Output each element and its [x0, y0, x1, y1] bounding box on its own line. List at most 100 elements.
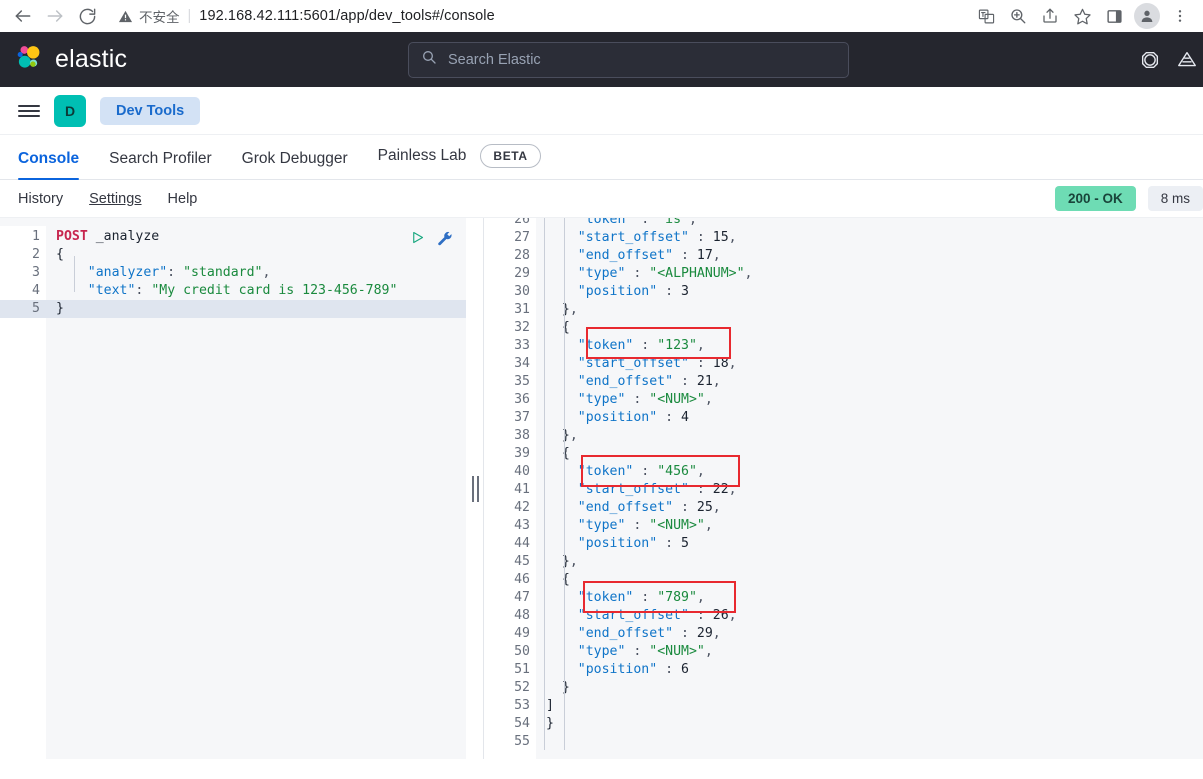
line-number: 27 — [514, 230, 530, 245]
side-panel-icon[interactable] — [1099, 2, 1129, 30]
code-line[interactable]: "type" : "<NUM>", — [546, 643, 1203, 661]
code-line[interactable]: "start_offset" : 18, — [546, 355, 1203, 373]
settings-button[interactable]: Settings — [89, 191, 141, 207]
request-editor-pane[interactable]: 1 2▼3 4 5▲ POST _analyze{ "analyzer": "stan… — [0, 218, 466, 759]
global-search-bar[interactable]: Search Elastic — [408, 41, 849, 78]
code-line[interactable]: { — [546, 445, 1203, 463]
code-line[interactable]: "start_offset" : 15, — [546, 229, 1203, 247]
forward-arrow-icon[interactable] — [40, 2, 70, 30]
address-bar[interactable]: 不安全 | 192.168.42.111:5601/app/dev_tools#… — [112, 3, 961, 29]
zoom-icon[interactable] — [1003, 2, 1033, 30]
dev-tools-tabs: Console Search Profiler Grok Debugger Pa… — [0, 135, 1203, 180]
tab-grok-debugger-label: Grok Debugger — [241, 150, 348, 167]
line-number: 26 — [514, 218, 530, 227]
line-number: 44 — [514, 536, 530, 551]
tab-grok-debugger[interactable]: Grok Debugger — [242, 150, 348, 179]
help-button[interactable]: Help — [168, 191, 198, 207]
code-line[interactable]: "type" : "<NUM>", — [546, 517, 1203, 535]
response-code-area[interactable]: "token" : "is", "start_offset" : 15, "en… — [536, 218, 1203, 759]
code-line[interactable]: "position" : 3 — [546, 283, 1203, 301]
code-line[interactable]: } — [546, 679, 1203, 697]
reload-icon[interactable] — [72, 2, 102, 30]
code-line[interactable]: "text": "My credit card is 123-456-789" — [56, 282, 466, 300]
code-line[interactable]: }, — [546, 427, 1203, 445]
code-line[interactable]: "end_offset" : 17, — [546, 247, 1203, 265]
browser-menu-icon[interactable] — [1165, 2, 1195, 30]
line-number: 51 — [514, 662, 530, 677]
code-line[interactable]: "type" : "<NUM>", — [546, 391, 1203, 409]
tab-search-profiler[interactable]: Search Profiler — [109, 150, 212, 179]
tab-console[interactable]: Console — [18, 150, 80, 180]
breadcrumb-bar: D Dev Tools — [0, 87, 1203, 135]
status-badge: 200 - OK — [1054, 186, 1136, 211]
elastic-logo-icon — [14, 42, 44, 77]
line-number: 29 — [514, 266, 530, 281]
breadcrumb-dev-tools[interactable]: Dev Tools — [100, 96, 201, 125]
play-run-icon[interactable] — [410, 230, 425, 251]
translate-icon[interactable] — [971, 2, 1001, 30]
wrench-settings-icon[interactable] — [435, 229, 452, 252]
code-line[interactable]: "token" : "456", — [546, 463, 1203, 481]
bookmark-star-icon[interactable] — [1067, 2, 1097, 30]
code-line[interactable]: }, — [546, 301, 1203, 319]
code-line[interactable]: "end_offset" : 21, — [546, 373, 1203, 391]
code-line[interactable]: ] — [546, 697, 1203, 715]
news-icon[interactable] — [1175, 49, 1199, 71]
line-number: 32▼ — [484, 319, 544, 337]
code-line[interactable]: "type" : "<ALPHANUM>", — [546, 265, 1203, 283]
share-icon[interactable] — [1035, 2, 1065, 30]
code-line[interactable]: POST _analyze — [56, 228, 466, 246]
global-search-placeholder: Search Elastic — [448, 51, 541, 68]
pane-splitter[interactable] — [466, 218, 484, 759]
code-line[interactable]: }, — [546, 553, 1203, 571]
response-status-group: 200 - OK 8 ms — [1054, 186, 1203, 211]
code-line[interactable]: "position" : 6 — [546, 661, 1203, 679]
tab-painless-lab[interactable]: Painless Lab BETA — [378, 144, 541, 179]
help-ring-icon[interactable] — [1139, 49, 1161, 71]
omnibox-separator: | — [187, 8, 192, 24]
code-line[interactable]: "end_offset" : 29, — [546, 625, 1203, 643]
hamburger-menu-icon[interactable] — [18, 104, 40, 117]
code-line[interactable]: } — [546, 715, 1203, 733]
code-line[interactable]: "analyzer": "standard", — [56, 264, 466, 282]
request-editor-actions — [410, 229, 452, 252]
space-avatar[interactable]: D — [54, 94, 86, 127]
not-secure-warning-icon — [118, 9, 133, 24]
line-number: 54▲ — [484, 715, 544, 733]
browser-toolbar: 不安全 | 192.168.42.111:5601/app/dev_tools#… — [0, 0, 1203, 32]
code-line[interactable]: "token" : "789", — [546, 589, 1203, 607]
history-button[interactable]: History — [18, 191, 63, 207]
indent-guide — [564, 218, 565, 750]
profile-avatar[interactable] — [1134, 3, 1160, 29]
brand-name: elastic — [55, 45, 128, 73]
line-number: 1 — [32, 229, 40, 244]
code-line[interactable]: } — [46, 300, 466, 318]
code-line[interactable]: "start_offset" : 22, — [546, 481, 1203, 499]
line-number: 45▲ — [484, 553, 544, 571]
code-line[interactable]: { — [546, 319, 1203, 337]
back-arrow-icon[interactable] — [8, 2, 38, 30]
browser-action-icons — [971, 2, 1195, 30]
request-code-area[interactable]: POST _analyze{ "analyzer": "standard", "… — [46, 226, 466, 759]
code-line[interactable]: { — [56, 246, 466, 264]
code-line[interactable] — [546, 733, 1203, 751]
indent-guide — [544, 218, 545, 750]
response-viewer-pane[interactable]: 26 27 28 29 30 31▲32▼33 34 35 36 37 38▲39▼40 41 42 43… — [484, 218, 1203, 759]
code-line[interactable]: "token" : "is", — [546, 218, 1203, 229]
code-line[interactable]: "end_offset" : 25, — [546, 499, 1203, 517]
code-line[interactable]: "position" : 4 — [546, 409, 1203, 427]
code-line[interactable]: "start_offset" : 26, — [546, 607, 1203, 625]
line-number: 37 — [514, 410, 530, 425]
duration-badge: 8 ms — [1147, 186, 1203, 211]
code-line[interactable]: { — [546, 571, 1203, 589]
line-number: 33 — [514, 338, 530, 353]
line-number: 3 — [32, 265, 40, 280]
request-line-numbers: 1 2▼3 4 5▲ — [0, 226, 54, 759]
beta-badge: BETA — [480, 144, 541, 168]
elastic-brand[interactable]: elastic — [14, 42, 127, 77]
line-number: 47 — [514, 590, 530, 605]
indent-guide — [74, 256, 75, 292]
console-toolbar: History Settings Help 200 - OK 8 ms — [0, 180, 1203, 218]
code-line[interactable]: "position" : 5 — [546, 535, 1203, 553]
code-line[interactable]: "token" : "123", — [546, 337, 1203, 355]
